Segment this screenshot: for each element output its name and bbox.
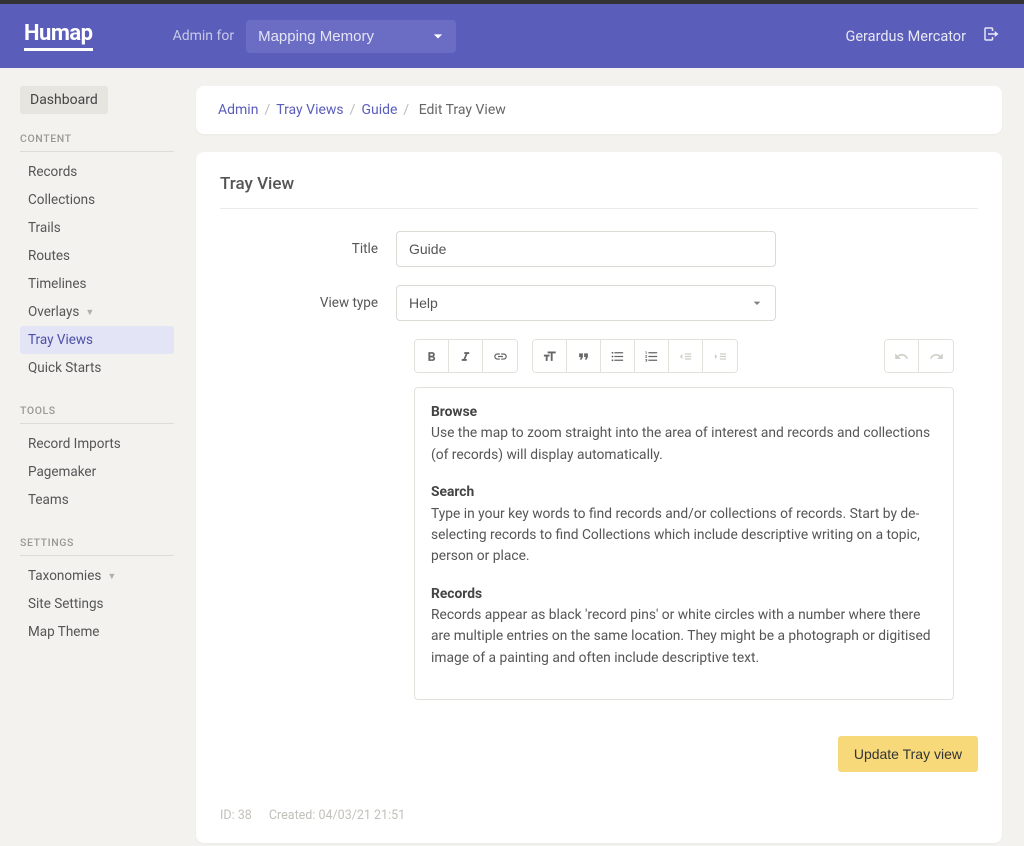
project-select[interactable]: Mapping Memory — [246, 20, 456, 53]
sidebar-item-site-settings[interactable]: Site Settings — [20, 590, 174, 618]
undo-icon — [885, 340, 919, 372]
breadcrumb-separator: / — [264, 102, 270, 118]
sidebar-item-collections[interactable]: Collections — [20, 186, 174, 214]
sidebar-item-label: Collections — [28, 192, 95, 208]
sidebar-item-label: Quick Starts — [28, 360, 101, 376]
sidebar-item-label: Map Theme — [28, 624, 99, 640]
content-heading: Records — [431, 584, 937, 605]
admin-for-label: Admin for — [173, 28, 235, 44]
form-card: Tray View Title View type Help — [196, 152, 1002, 843]
sidebar-item-trails[interactable]: Trails — [20, 214, 174, 242]
sidebar-item-label: Teams — [28, 492, 69, 508]
title-label: Title — [220, 241, 396, 257]
topbar: Humap Admin for Mapping Memory Gerardus … — [0, 4, 1024, 68]
logout-icon[interactable] — [982, 25, 1000, 47]
sidebar-item-record-imports[interactable]: Record Imports — [20, 430, 174, 458]
view-type-select[interactable]: Help — [396, 285, 776, 321]
meta-id: ID: 38 — [220, 808, 252, 823]
sidebar-item-overlays[interactable]: Overlays ▼ — [20, 298, 174, 326]
content-paragraph: Records appear as black 'record pins' or… — [431, 605, 937, 669]
username: Gerardus Mercator — [845, 28, 966, 45]
breadcrumb-separator: / — [350, 102, 356, 118]
editor-toolbar — [414, 339, 954, 373]
sidebar-item-taxonomies[interactable]: Taxonomies ▼ — [20, 562, 174, 590]
text-size-icon[interactable] — [533, 340, 567, 372]
sidebar-item-label: Pagemaker — [28, 464, 96, 480]
title-input[interactable] — [396, 231, 776, 267]
sidebar-item-label: Site Settings — [28, 596, 104, 612]
sidebar-section-title: SETTINGS — [20, 536, 174, 556]
sidebar-item-map-theme[interactable]: Map Theme — [20, 618, 174, 646]
meta-line: ID: 38 Created: 04/03/21 21:51 — [220, 808, 978, 823]
editor-content[interactable]: Browse Use the map to zoom straight into… — [414, 387, 954, 700]
sidebar-item-pagemaker[interactable]: Pagemaker — [20, 458, 174, 486]
card-title: Tray View — [220, 174, 978, 209]
content-paragraph: Type in your key words to find records a… — [431, 504, 937, 568]
content-heading: Browse — [431, 402, 937, 423]
chevron-down-icon: ▼ — [107, 571, 116, 582]
sidebar-dashboard[interactable]: Dashboard — [20, 86, 108, 114]
sidebar-item-records[interactable]: Records — [20, 158, 174, 186]
sidebar-item-timelines[interactable]: Timelines — [20, 270, 174, 298]
update-button[interactable]: Update Tray view — [838, 736, 978, 772]
main-area: Admin / Tray Views / Guide / Edit Tray View T… — [190, 68, 1024, 846]
indent-icon — [703, 340, 737, 372]
sidebar-item-label: Trails — [28, 220, 61, 236]
breadcrumb-current: Edit Tray View — [419, 102, 506, 118]
bullet-list-icon[interactable] — [601, 340, 635, 372]
bold-icon[interactable] — [415, 340, 449, 372]
breadcrumb-separator: / — [403, 102, 409, 118]
italic-icon[interactable] — [449, 340, 483, 372]
meta-created: Created: 04/03/21 21:51 — [269, 808, 405, 823]
view-type-label: View type — [220, 295, 396, 311]
outdent-icon — [669, 340, 703, 372]
breadcrumb: Admin / Tray Views / Guide / Edit Tray View — [196, 86, 1002, 134]
content-heading: Search — [431, 482, 937, 503]
sidebar-section-title: CONTENT — [20, 132, 174, 152]
breadcrumb-link[interactable]: Admin — [218, 102, 258, 118]
content-paragraph: Use the map to zoom straight into the ar… — [431, 423, 937, 466]
link-icon[interactable] — [483, 340, 517, 372]
breadcrumb-link[interactable]: Tray Views — [276, 102, 343, 118]
sidebar-item-label: Record Imports — [28, 436, 121, 452]
sidebar-item-label: Records — [28, 164, 77, 180]
sidebar-item-label: Overlays — [28, 304, 79, 320]
quote-icon[interactable] — [567, 340, 601, 372]
breadcrumb-link[interactable]: Guide — [361, 102, 397, 118]
chevron-down-icon: ▼ — [85, 307, 94, 318]
sidebar-item-tray-views[interactable]: Tray Views — [20, 326, 174, 354]
sidebar-item-quick-starts[interactable]: Quick Starts — [20, 354, 174, 382]
sidebar-section-title: TOOLS — [20, 404, 174, 424]
logo[interactable]: Humap — [24, 21, 93, 51]
sidebar-item-label: Tray Views — [28, 332, 93, 348]
redo-icon — [919, 340, 953, 372]
number-list-icon[interactable] — [635, 340, 669, 372]
sidebar-item-routes[interactable]: Routes — [20, 242, 174, 270]
sidebar-item-label: Routes — [28, 248, 70, 264]
sidebar-item-label: Timelines — [28, 276, 86, 292]
sidebar-item-teams[interactable]: Teams — [20, 486, 174, 514]
sidebar-item-label: Taxonomies — [28, 568, 101, 584]
sidebar: Dashboard CONTENT Records Collections Trail… — [0, 68, 190, 846]
